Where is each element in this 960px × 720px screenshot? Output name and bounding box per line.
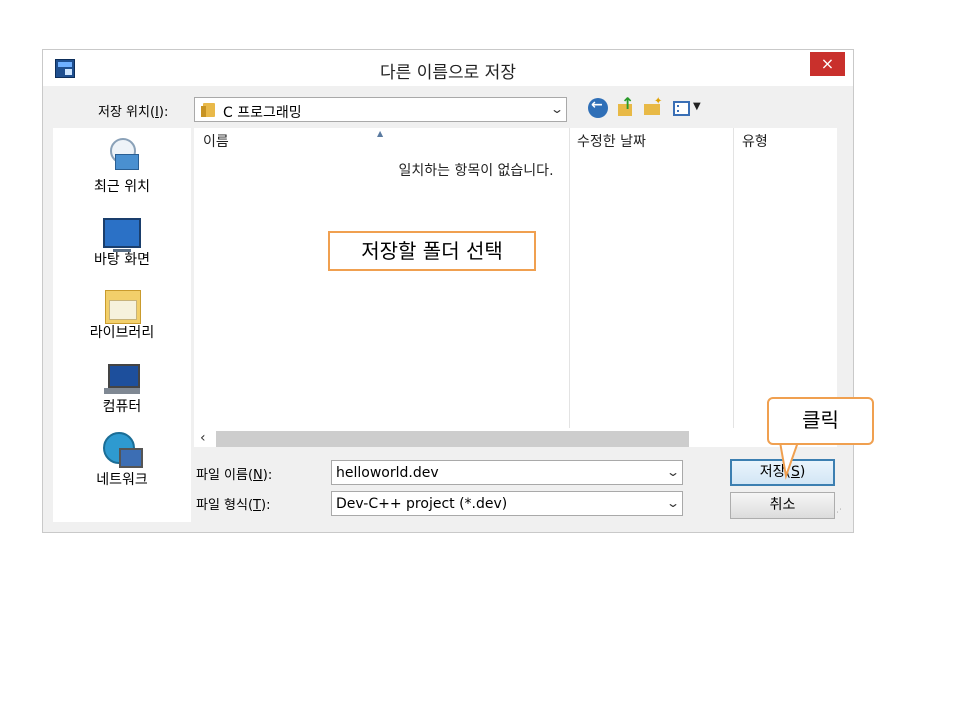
places-bar: 최근 위치 바탕 화면 라이브러리 컴퓨터 네트워크 [53, 128, 191, 522]
empty-list-message: 일치하는 항목이 없습니다. [398, 163, 554, 179]
sort-ascending-icon: ▲ [377, 129, 384, 138]
file-list[interactable]: ▲ 이름 수정한 날짜 유형 일치하는 항목이 없습니다. [194, 128, 837, 444]
place-network[interactable]: 네트워크 [53, 128, 191, 498]
column-header-name[interactable]: 이름 [203, 128, 229, 156]
resize-grip-icon[interactable]: ⋰ [833, 508, 842, 518]
chevron-down-icon[interactable]: ⌄ [666, 465, 680, 479]
new-folder-icon[interactable] [643, 96, 663, 118]
title-bar[interactable]: 다른 이름으로 저장 × [43, 50, 853, 86]
cancel-button[interactable]: 취소 [730, 492, 835, 519]
folder-icon [201, 103, 215, 117]
folder-select-callout: 저장할 폴더 선택 [328, 231, 536, 271]
save-location-value: C 프로그래밍 [223, 105, 302, 121]
view-menu-dropdown-icon[interactable]: ▼ [693, 101, 701, 112]
chevron-down-icon[interactable]: ⌄ [550, 102, 564, 116]
column-header-modified[interactable]: 수정한 날짜 [577, 128, 646, 156]
filetype-label: 파일 형식(T): [196, 498, 271, 513]
callout-pointer [778, 441, 800, 480]
save-location-label: 저장 위치(I): [98, 105, 169, 120]
filetype-value: Dev-C++ project (*.dev) [336, 496, 508, 512]
up-folder-icon[interactable] [616, 94, 636, 118]
network-icon [103, 432, 143, 468]
scrollbar-thumb[interactable] [216, 431, 689, 447]
click-callout-bubble: 클릭 [767, 397, 874, 445]
back-icon[interactable] [588, 97, 608, 118]
filename-value: helloworld.dev [336, 465, 439, 481]
horizontal-scrollbar[interactable]: ‹ [194, 430, 837, 447]
filename-input[interactable]: helloworld.dev ⌄ [331, 460, 683, 485]
scroll-left-icon[interactable]: ‹ [200, 430, 206, 446]
chevron-down-icon[interactable]: ⌄ [666, 496, 680, 510]
column-header-type[interactable]: 유형 [742, 128, 768, 156]
save-as-dialog: 다른 이름으로 저장 × 저장 위치(I): C 프로그래밍 ⌄ ▼ 최근 위치… [42, 49, 854, 533]
view-menu-icon[interactable] [673, 101, 690, 116]
place-network-label: 네트워크 [96, 472, 148, 488]
filename-label: 파일 이름(N): [196, 468, 273, 483]
close-button[interactable]: × [810, 52, 845, 76]
dialog-title: 다른 이름으로 저장 [380, 63, 516, 83]
filetype-dropdown[interactable]: Dev-C++ project (*.dev) ⌄ [331, 491, 683, 516]
save-location-dropdown[interactable]: C 프로그래밍 ⌄ [194, 97, 567, 122]
